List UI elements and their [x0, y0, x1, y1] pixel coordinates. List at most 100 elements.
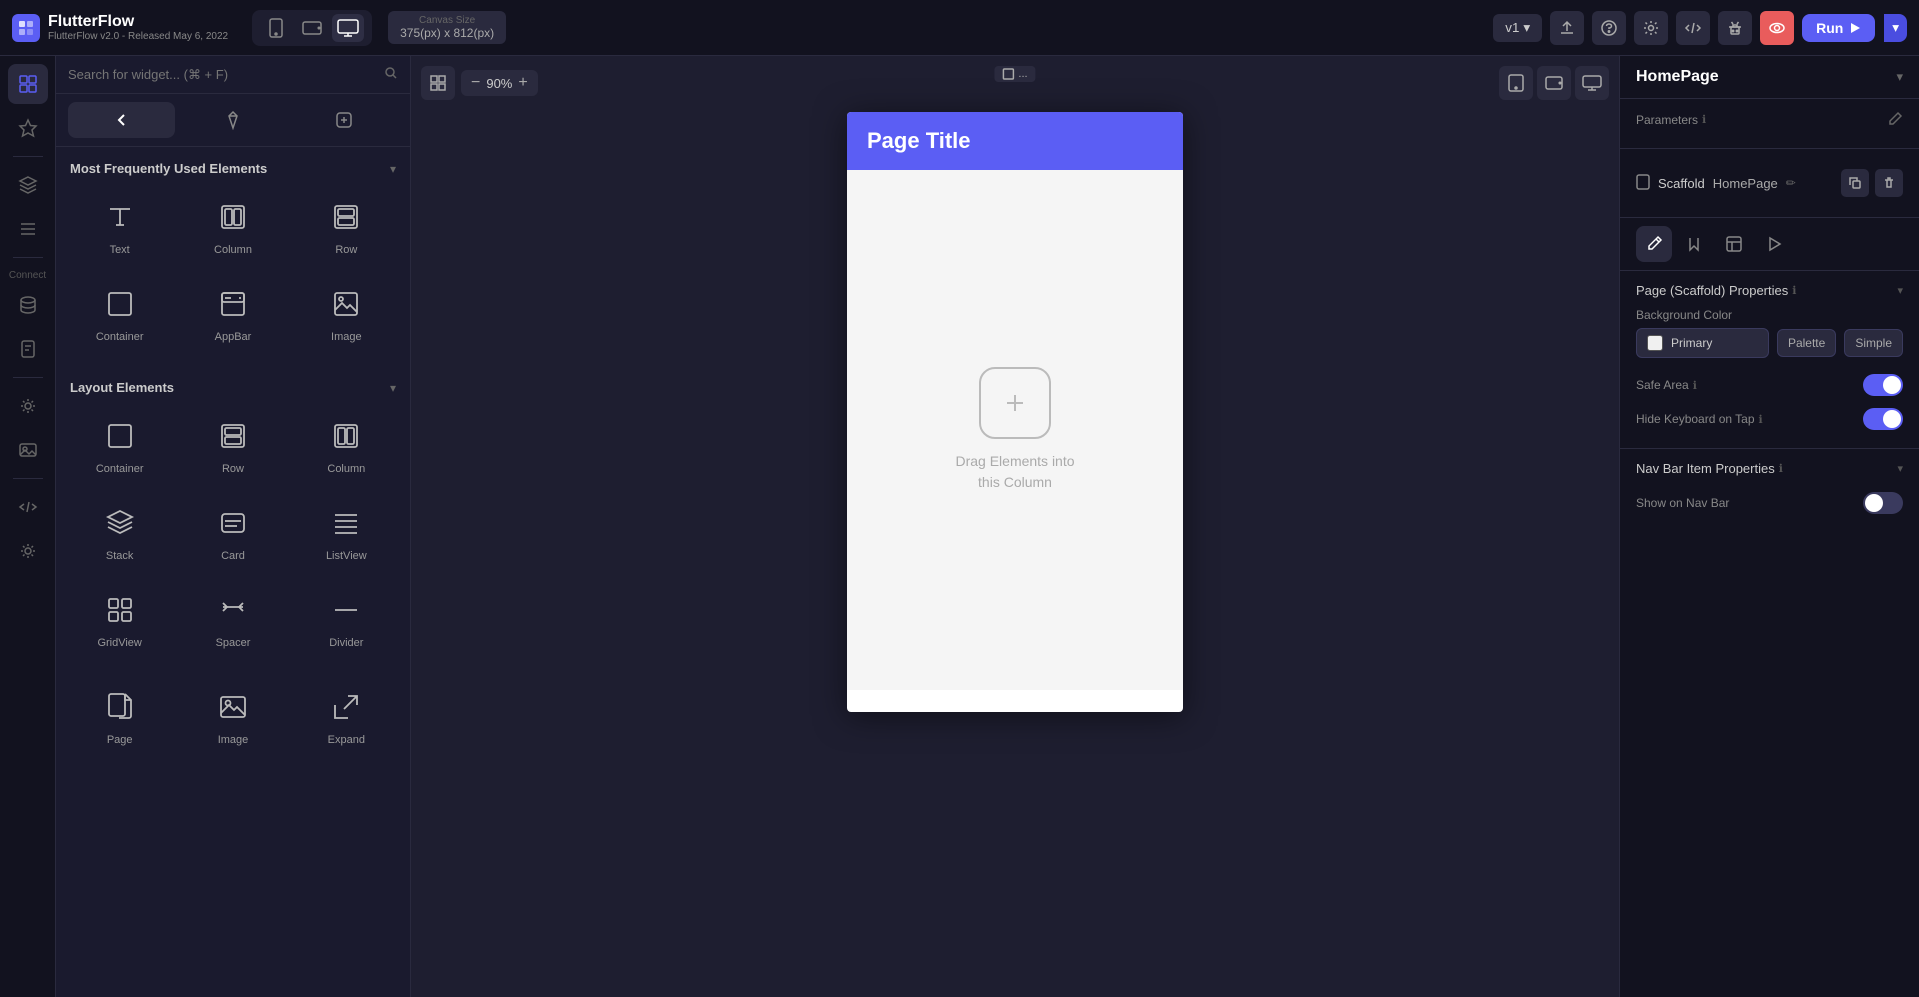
- container-widget-item[interactable]: Container: [64, 273, 175, 358]
- scaffold-delete-button[interactable]: [1875, 169, 1903, 197]
- phone-body[interactable]: Drag Elements intothis Column: [847, 170, 1183, 690]
- listview-layout-label: ListView: [326, 550, 367, 562]
- desktop-device-btn[interactable]: [332, 14, 364, 42]
- container-layout-item[interactable]: Container: [64, 405, 175, 490]
- diamond-tab[interactable]: [179, 102, 286, 138]
- safe-area-toggle[interactable]: [1863, 374, 1903, 396]
- nav-bar-info-icon[interactable]: ℹ: [1779, 462, 1783, 475]
- search-input[interactable]: [68, 67, 376, 82]
- scaffold-edit-icon[interactable]: ✏: [1786, 176, 1796, 190]
- zoom-in-button[interactable]: +: [518, 74, 527, 92]
- run-expand-button[interactable]: ▾: [1884, 14, 1907, 42]
- photo-widget-item[interactable]: Image: [177, 676, 288, 761]
- listview-layout-item[interactable]: ListView: [291, 492, 402, 577]
- canvas-toolbar: − 90% +: [421, 66, 538, 100]
- bg-color-button[interactable]: Primary: [1636, 328, 1769, 358]
- version-button[interactable]: v1 ▾: [1493, 14, 1542, 42]
- spacer-layout-item[interactable]: Spacer: [177, 579, 288, 664]
- phone-frame: Page Title Drag Elements intothis Column: [847, 112, 1183, 712]
- card-layout-item[interactable]: Card: [177, 492, 288, 577]
- zoom-out-button[interactable]: −: [471, 74, 480, 92]
- stack-layout-item[interactable]: Stack: [64, 492, 175, 577]
- preview-button[interactable]: [1760, 11, 1794, 45]
- hide-keyboard-info-icon[interactable]: ℹ: [1759, 413, 1763, 426]
- image-widget-label: Image: [331, 331, 362, 343]
- hide-keyboard-toggle[interactable]: [1863, 408, 1903, 430]
- most-used-section-header[interactable]: Most Frequently Used Elements ▾: [56, 147, 410, 186]
- divider-layout-label: Divider: [329, 637, 363, 649]
- add-widget-tab[interactable]: [291, 102, 398, 138]
- sidebar-icon-settings[interactable]: [8, 386, 48, 426]
- listview-layout-icon: [330, 507, 362, 544]
- layout-section-header[interactable]: Layout Elements ▾: [56, 366, 410, 405]
- sidebar-icon-media[interactable]: [8, 430, 48, 470]
- divider-layout-item[interactable]: Divider: [291, 579, 402, 664]
- most-used-title: Most Frequently Used Elements: [70, 161, 267, 176]
- sidebar-icon-gear[interactable]: [8, 531, 48, 571]
- page-widget-item[interactable]: Page: [64, 676, 175, 761]
- prop-tab-play[interactable]: [1756, 226, 1792, 262]
- logo-icon: [12, 14, 40, 42]
- upload-button[interactable]: [1550, 11, 1584, 45]
- run-button[interactable]: Run: [1802, 14, 1875, 42]
- scaffold-copy-button[interactable]: [1841, 169, 1869, 197]
- settings-button[interactable]: [1634, 11, 1668, 45]
- layout-title: Layout Elements: [70, 380, 174, 395]
- android-button[interactable]: [1718, 11, 1752, 45]
- bg-color-value: Primary: [1671, 336, 1712, 350]
- prop-tab-layout[interactable]: [1716, 226, 1752, 262]
- column-layout-item[interactable]: Column: [291, 405, 402, 490]
- safe-area-label: Safe Area ℹ: [1636, 378, 1697, 392]
- prop-tab-pencil[interactable]: [1636, 226, 1672, 262]
- hide-keyboard-row: Hide Keyboard on Tap ℹ: [1636, 402, 1903, 436]
- logo: FlutterFlow FlutterFlow v2.0 - Released …: [12, 12, 228, 43]
- simple-button[interactable]: Simple: [1844, 329, 1903, 357]
- tablet-view-btn[interactable]: [1537, 66, 1571, 100]
- fit-screen-button[interactable]: [421, 66, 455, 100]
- text-widget-item[interactable]: Text: [64, 186, 175, 271]
- text-widget-icon: [104, 201, 136, 238]
- most-used-chevron: ▾: [390, 162, 396, 176]
- scaffold-type-label: Scaffold: [1658, 176, 1705, 191]
- palette-button[interactable]: Palette: [1777, 329, 1836, 357]
- parameters-edit-icon[interactable]: [1889, 111, 1903, 128]
- appbar-widget-item[interactable]: AppBar: [177, 273, 288, 358]
- expand-widget-icon: [330, 691, 362, 728]
- search-bar: [56, 56, 410, 94]
- phone-device-btn[interactable]: [260, 14, 292, 42]
- sidebar-icon-layers[interactable]: [8, 165, 48, 205]
- drop-zone-icon: [979, 367, 1051, 439]
- sidebar-icon-favorites[interactable]: [8, 108, 48, 148]
- sidebar-icon-code[interactable]: [8, 487, 48, 527]
- row-widget-item[interactable]: Row: [291, 186, 402, 271]
- back-tab[interactable]: [68, 102, 175, 138]
- gridview-layout-item[interactable]: GridView: [64, 579, 175, 664]
- right-header: HomePage ▾: [1620, 56, 1919, 99]
- bg-color-container: Background Color Primary Palette Simple: [1636, 308, 1903, 358]
- tablet-device-btn[interactable]: [296, 14, 328, 42]
- parameters-section: Parameters ℹ: [1620, 99, 1919, 149]
- more-widgets-grid: Page Image Expand: [56, 672, 410, 769]
- show-nav-bar-label: Show on Nav Bar: [1636, 496, 1729, 510]
- sidebar-icon-list[interactable]: [8, 209, 48, 249]
- parameters-info-icon[interactable]: ℹ: [1702, 113, 1706, 126]
- scaffold-props-info-icon[interactable]: ℹ: [1792, 284, 1796, 297]
- show-nav-bar-toggle[interactable]: [1863, 492, 1903, 514]
- column-widget-item[interactable]: Column: [177, 186, 288, 271]
- phone-view-btn[interactable]: [1499, 66, 1533, 100]
- sidebar-icon-page[interactable]: [8, 329, 48, 369]
- sidebar-icon-home[interactable]: [8, 64, 48, 104]
- expand-widget-item[interactable]: Expand: [291, 676, 402, 761]
- row-layout-item[interactable]: Row: [177, 405, 288, 490]
- prop-tab-interaction[interactable]: [1676, 226, 1712, 262]
- desktop-view-btn[interactable]: [1575, 66, 1609, 100]
- image-widget-item[interactable]: Image: [291, 273, 402, 358]
- left-panel: Most Frequently Used Elements ▾ Text: [56, 56, 411, 997]
- sidebar-icon-database[interactable]: [8, 285, 48, 325]
- safe-area-info-icon[interactable]: ℹ: [1693, 379, 1697, 392]
- nav-bar-header: Nav Bar Item Properties ℹ ▾: [1636, 461, 1903, 476]
- device-selector: [252, 10, 372, 46]
- column-layout-label: Column: [327, 463, 365, 475]
- help-button[interactable]: [1592, 11, 1626, 45]
- code-button[interactable]: [1676, 11, 1710, 45]
